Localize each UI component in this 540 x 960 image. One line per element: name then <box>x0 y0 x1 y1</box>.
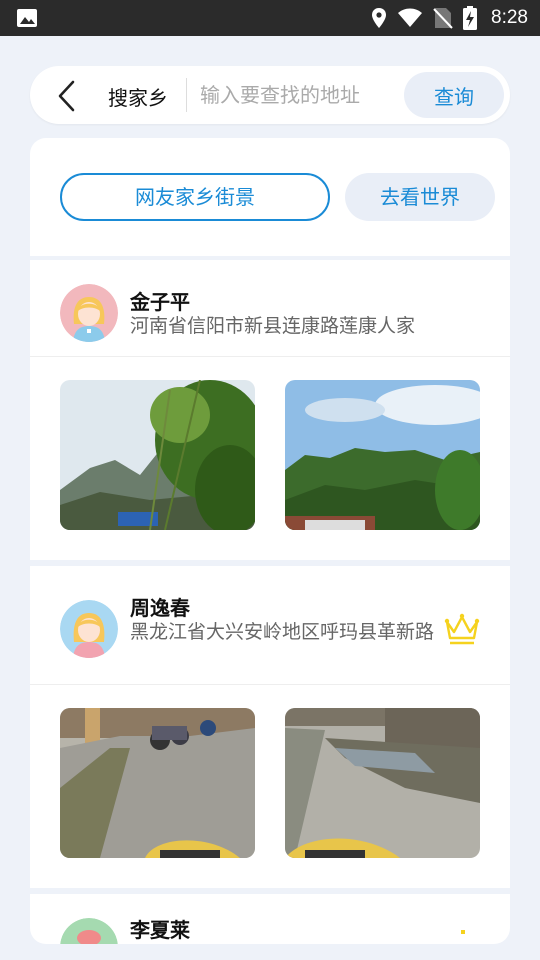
tab-see-world[interactable]: 去看世界 <box>345 173 495 221</box>
street-view-photo[interactable] <box>285 380 480 530</box>
search-divider <box>186 78 187 112</box>
user-card[interactable]: 周逸春 黑龙江省大兴安岭地区呼玛县革新路 <box>30 566 510 888</box>
status-bar: 8:28 <box>0 0 540 36</box>
crown-icon <box>461 930 465 934</box>
avatar <box>60 918 118 944</box>
user-card[interactable]: 李夏莱 <box>30 894 510 944</box>
content-panel: 网友家乡街景 去看世界 金子平 河南省信阳市新县连康路莲康人家 周逸春 黑龙江省… <box>30 138 510 944</box>
query-button[interactable]: 查询 <box>404 72 504 118</box>
user-name: 李夏莱 <box>130 918 190 942</box>
crown-icon <box>444 613 480 645</box>
street-view-photo[interactable] <box>285 708 480 858</box>
tabs-card: 网友家乡街景 去看世界 <box>30 138 510 256</box>
image-icon <box>17 9 37 27</box>
user-address: 河南省信阳市新县连康路莲康人家 <box>130 315 416 337</box>
search-input[interactable] <box>200 78 400 112</box>
user-card[interactable]: 金子平 河南省信阳市新县连康路莲康人家 <box>30 260 510 560</box>
wifi-icon <box>398 8 423 27</box>
back-arrow-icon[interactable] <box>54 79 82 113</box>
user-address: 黑龙江省大兴安岭地区呼玛县革新路 <box>130 621 435 643</box>
user-name: 金子平 <box>130 290 190 314</box>
battery-charging-icon <box>463 6 478 30</box>
user-header: 周逸春 黑龙江省大兴安岭地区呼玛县革新路 <box>30 566 510 684</box>
search-bar: 搜家乡 查询 <box>30 66 510 124</box>
card-divider <box>30 684 510 685</box>
avatar <box>60 284 118 342</box>
user-name: 周逸春 <box>130 596 190 620</box>
location-icon <box>372 8 387 28</box>
avatar <box>60 600 118 658</box>
status-time: 8:28 <box>491 7 528 28</box>
tab-netizen-hometown[interactable]: 网友家乡街景 <box>60 173 330 221</box>
street-view-photo[interactable] <box>60 380 255 530</box>
user-header: 金子平 河南省信阳市新县连康路莲康人家 <box>30 260 510 356</box>
card-divider <box>30 356 510 357</box>
search-title: 搜家乡 <box>108 86 168 110</box>
street-view-photo[interactable] <box>60 708 255 858</box>
no-sim-icon <box>433 8 453 29</box>
